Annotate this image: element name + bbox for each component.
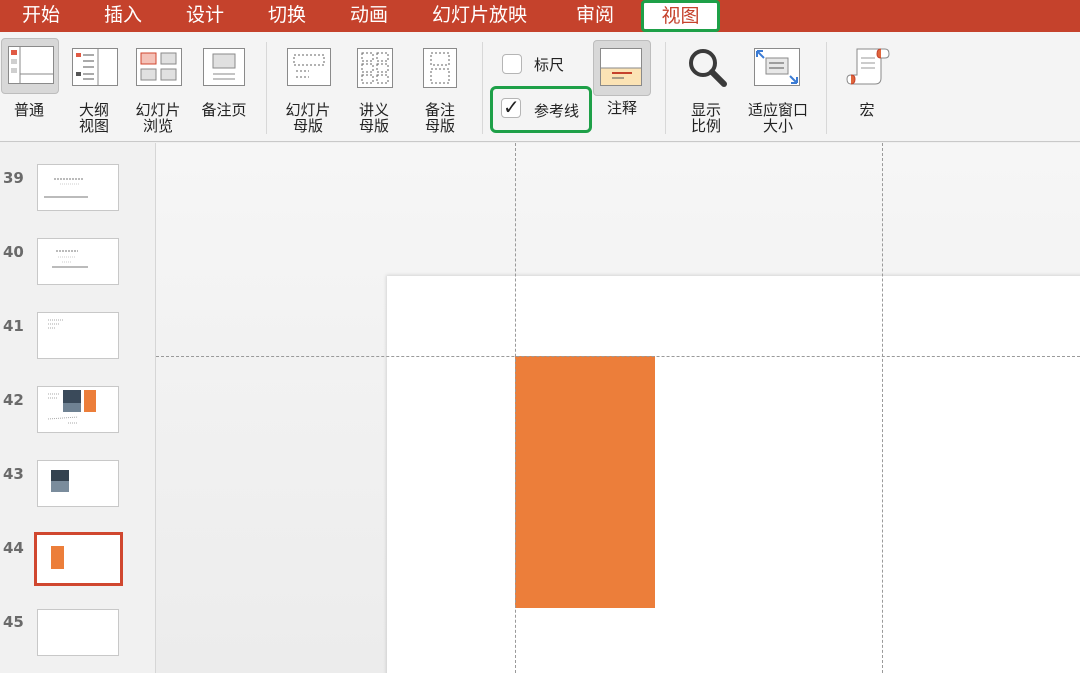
slide-master-label-2: 母版 [292, 117, 323, 135]
zoom-label-1: 显示 [690, 101, 721, 119]
ribbon-separator [826, 42, 827, 134]
notes-master-label-1: 备注 [424, 101, 455, 119]
slide-number: 42 [3, 391, 24, 409]
notes-page-label: 备注页 [201, 101, 247, 119]
notes-button[interactable]: 注释 [592, 32, 656, 136]
slide-master-label-1: 幻灯片 [285, 101, 331, 119]
fit-to-window-button[interactable]: 适应窗口 大小 [740, 32, 816, 136]
notes-master-icon [423, 48, 457, 88]
slide-sorter-label-2: 浏览 [142, 117, 173, 135]
slide-sorter-button[interactable]: 幻灯片 浏览 [130, 32, 186, 136]
outline-view-label-2: 视图 [78, 117, 109, 135]
normal-view-button[interactable]: 普通 [0, 32, 62, 132]
slide-thumbnail-44[interactable] [34, 532, 123, 586]
thumbnail-content [44, 178, 88, 198]
macros-button[interactable]: 宏 [838, 32, 896, 136]
notes-master-label-2: 母版 [424, 117, 455, 135]
menu-bar: 开始 插入 设计 切换 动画 幻灯片放映 审阅 视图 [0, 0, 1080, 32]
normal-view-icon [8, 46, 54, 84]
notes-icon [600, 48, 642, 86]
zoom-button[interactable]: 显示 比例 [676, 32, 736, 136]
handout-master-label-2: 母版 [358, 117, 389, 135]
tab-transitions[interactable]: 切换 [268, 0, 306, 32]
tab-home[interactable]: 开始 [22, 0, 60, 32]
notes-master-button[interactable]: 备注 母版 [410, 32, 470, 136]
slide-thumbnail-39[interactable] [37, 164, 119, 211]
macros-label: 宏 [859, 101, 875, 119]
slide-thumbnail-41[interactable] [37, 312, 119, 359]
slide-master-button[interactable]: 幻灯片 母版 [278, 32, 338, 136]
orange-rectangle[interactable] [515, 356, 655, 608]
zoom-label-2: 比例 [690, 117, 721, 135]
tab-insert[interactable]: 插入 [104, 0, 142, 32]
normal-view-label: 普通 [13, 101, 44, 119]
thumbnail-content [51, 470, 69, 492]
ribbon-separator [482, 42, 483, 134]
outline-view-label-1: 大纲 [78, 101, 109, 119]
current-slide[interactable] [387, 276, 1080, 673]
thumbnail-content [52, 250, 88, 268]
ribbon: 普通 大纲 视图 幻灯片 浏览 备注页 幻灯片 母版 讲义 母版 备注 母版 标… [0, 32, 1080, 142]
fit-to-window-label-1: 适应窗口 [747, 101, 808, 119]
outline-view-button[interactable]: 大纲 视图 [66, 32, 122, 136]
checkmark-icon: ✓ [503, 95, 520, 119]
handout-master-label-1: 讲义 [358, 101, 389, 119]
slide-sorter-icon [136, 48, 182, 86]
ribbon-separator [665, 42, 666, 134]
guides-checkbox[interactable]: ✓ [501, 95, 521, 119]
slide-number: 39 [3, 169, 24, 187]
slide-thumbnail-43[interactable] [37, 460, 119, 507]
slide-sorter-label-1: 幻灯片 [135, 101, 181, 119]
slide-thumbnail-pane: 39 40 41 42 43 44 45 [0, 143, 156, 673]
ruler-label: 标尺 [534, 56, 565, 74]
thumbnail-content [48, 319, 64, 329]
tab-design[interactable]: 设计 [186, 0, 224, 32]
fit-to-window-label-2: 大小 [762, 117, 793, 135]
horizontal-guide[interactable] [156, 356, 1080, 357]
handout-master-icon [357, 48, 393, 88]
handout-master-button[interactable]: 讲义 母版 [344, 32, 404, 136]
guides-label: 参考线 [534, 102, 580, 120]
slide-thumbnail-45[interactable] [37, 609, 119, 656]
magnifier-icon [689, 49, 727, 87]
slide-thumbnail-42[interactable] [37, 386, 119, 433]
outline-view-icon [72, 48, 118, 86]
thumbnail-content [47, 390, 96, 424]
notes-page-icon [203, 48, 245, 86]
vertical-guide-left[interactable] [515, 143, 516, 673]
thumbnail-content [51, 546, 64, 569]
slide-master-icon [287, 48, 331, 86]
notes-label: 注释 [606, 99, 637, 117]
slide-canvas[interactable] [156, 143, 1080, 673]
slide-number: 41 [3, 317, 24, 335]
slide-number: 43 [3, 465, 24, 483]
ribbon-separator [266, 42, 267, 134]
script-scroll-icon [846, 48, 890, 85]
slide-number: 45 [3, 613, 24, 631]
notes-page-button[interactable]: 备注页 [194, 32, 254, 136]
vertical-guide-right[interactable] [882, 143, 883, 673]
tab-review[interactable]: 审阅 [576, 0, 614, 32]
slide-number: 40 [3, 243, 24, 261]
slide-thumbnail-40[interactable] [37, 238, 119, 285]
ruler-checkbox[interactable] [502, 54, 522, 74]
slide-number: 44 [3, 539, 24, 557]
tab-slideshow[interactable]: 幻灯片放映 [432, 0, 527, 32]
tab-view[interactable]: 视图 [641, 0, 720, 32]
fit-to-window-icon [754, 48, 800, 86]
tab-animations[interactable]: 动画 [350, 0, 388, 32]
